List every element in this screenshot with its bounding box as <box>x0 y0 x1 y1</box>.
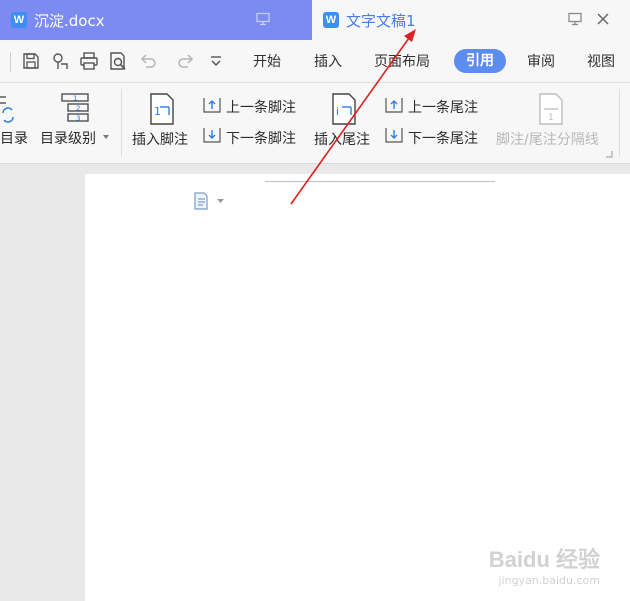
tab-bar: W 沉淀.docx W 文字文稿1 <box>0 0 630 40</box>
previous-endnote-button[interactable]: 上一条尾注 <box>408 97 478 117</box>
menu-insert[interactable]: 插入 <box>314 51 342 73</box>
references-ribbon: 目录 1 2 3 目录级别 1 插入脚注 上一条脚注 下一条脚注 i 插入尾注 <box>0 83 630 164</box>
next-footnote-icon[interactable] <box>203 127 221 143</box>
note-separator-icon[interactable]: 1 <box>537 93 565 125</box>
svg-text:1: 1 <box>73 95 77 103</box>
tab-document-1[interactable]: W 沉淀.docx <box>0 0 312 40</box>
print-icon[interactable] <box>79 51 99 71</box>
update-toc-icon[interactable] <box>0 93 16 123</box>
undo-icon[interactable] <box>138 51 158 71</box>
print-preview-icon[interactable] <box>108 51 128 71</box>
insert-endnote-icon[interactable]: i <box>330 93 358 125</box>
toc-level-icon[interactable]: 1 2 3 <box>60 92 90 124</box>
paste-options-icon[interactable] <box>193 192 209 210</box>
tab-title: 文字文稿1 <box>346 11 416 30</box>
wps-writer-icon: W <box>323 12 339 28</box>
previous-endnote-icon[interactable] <box>385 97 403 113</box>
baidu-watermark: Baidu 经验 jingyan.baidu.com <box>489 542 600 587</box>
format-painter-icon[interactable] <box>50 51 70 71</box>
menu-page-layout[interactable]: 页面布局 <box>374 51 430 73</box>
previous-footnote-icon[interactable] <box>203 97 221 113</box>
ribbon-divider <box>619 89 620 157</box>
menu-home[interactable]: 开始 <box>253 51 281 73</box>
customize-toolbar-icon[interactable] <box>206 51 226 71</box>
svg-text:i: i <box>336 105 339 118</box>
menu-view[interactable]: 视图 <box>587 51 615 73</box>
watermark-brand: Baidu 经验 <box>488 547 600 572</box>
next-endnote-icon[interactable] <box>385 127 403 143</box>
pin-window-icon[interactable] <box>568 12 582 26</box>
next-endnote-button[interactable]: 下一条尾注 <box>408 128 478 148</box>
divider <box>10 52 11 72</box>
pin-window-icon[interactable] <box>256 12 270 26</box>
dialog-launcher-icon[interactable] <box>606 151 613 158</box>
insert-footnote-button[interactable]: 插入脚注 <box>132 129 188 149</box>
close-icon[interactable] <box>596 12 610 26</box>
header-margin-line <box>265 181 495 182</box>
chevron-down-icon[interactable] <box>217 199 224 203</box>
svg-text:2: 2 <box>76 105 80 113</box>
save-icon[interactable] <box>21 51 41 71</box>
insert-endnote-button[interactable]: 插入尾注 <box>314 129 370 149</box>
redo-icon[interactable] <box>176 51 196 71</box>
wps-writer-icon: W <box>11 12 27 28</box>
ribbon-divider <box>121 89 122 157</box>
svg-text:3: 3 <box>76 115 80 123</box>
note-separator-button[interactable]: 脚注/尾注分隔线 <box>496 129 599 149</box>
quick-access-toolbar: 开始 插入 页面布局 引用 审阅 视图 <box>0 40 630 102</box>
watermark-url: jingyan.baidu.com <box>498 574 600 587</box>
menu-references[interactable]: 引用 <box>454 49 506 73</box>
previous-footnote-button[interactable]: 上一条脚注 <box>226 97 296 117</box>
svg-text:1: 1 <box>548 113 554 123</box>
insert-footnote-icon[interactable]: 1 <box>148 93 176 125</box>
menu-review[interactable]: 审阅 <box>527 51 555 73</box>
chevron-down-icon[interactable] <box>103 135 109 139</box>
tab-title: 沉淀.docx <box>34 11 105 30</box>
toc-level-button[interactable]: 目录级别 <box>40 128 96 148</box>
document-page[interactable]: Baidu 经验 jingyan.baidu.com <box>85 174 630 601</box>
tab-document-2[interactable]: W 文字文稿1 <box>312 0 630 40</box>
toc-button[interactable]: 目录 <box>0 128 28 148</box>
next-footnote-button[interactable]: 下一条脚注 <box>226 128 296 148</box>
svg-text:1: 1 <box>154 105 161 118</box>
